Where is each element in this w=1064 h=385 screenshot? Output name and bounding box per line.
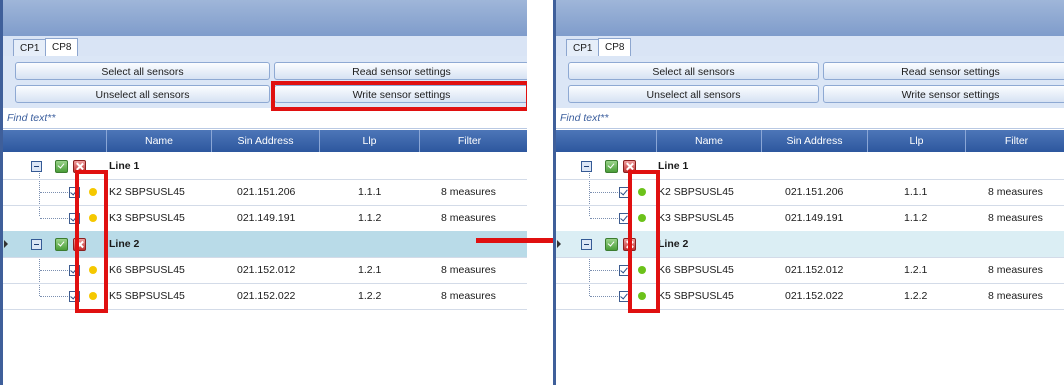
read-sensor-settings-button[interactable]: Read sensor settings xyxy=(274,62,527,80)
tree-line xyxy=(590,270,618,271)
collapse-icon[interactable] xyxy=(31,239,42,250)
collapse-icon[interactable] xyxy=(581,239,592,250)
highlight-status-column xyxy=(75,170,108,313)
button-area: Select all sensors Read sensor settings … xyxy=(556,56,1064,108)
sensor-name: K3 SBPSUSL45 xyxy=(658,212,734,224)
tab-cp1[interactable]: CP1 xyxy=(566,39,600,57)
sensor-name: K6 SBPSUSL45 xyxy=(109,264,185,276)
sensor-llp: 1.2.1 xyxy=(904,264,928,276)
green-check-icon[interactable] xyxy=(55,238,68,251)
left-window: CP1 CP8 Select all sensors Read sensor s… xyxy=(0,0,527,385)
unselect-all-sensors-button[interactable]: Unselect all sensors xyxy=(15,85,270,103)
group-name: Line 1 xyxy=(658,160,689,172)
sensor-llp: 1.2.2 xyxy=(358,290,382,302)
column-name[interactable]: Name xyxy=(656,130,761,152)
sensor-filter: 8 measures xyxy=(988,212,1043,224)
tree-line xyxy=(590,218,618,219)
sensor-name: K3 SBPSUSL45 xyxy=(109,212,185,224)
group-name: Line 2 xyxy=(658,238,689,250)
current-row-marker-icon xyxy=(4,240,8,248)
sensor-llp: 1.1.1 xyxy=(358,186,382,198)
current-row-marker-icon xyxy=(557,240,561,248)
sensor-filter: 8 measures xyxy=(988,264,1043,276)
sensor-name: K5 SBPSUSL45 xyxy=(658,290,734,302)
sensor-llp: 1.2.2 xyxy=(904,290,928,302)
sensor-llp: 1.1.1 xyxy=(904,186,928,198)
highlight-write-button xyxy=(271,81,527,111)
green-check-icon[interactable] xyxy=(605,160,618,173)
column-sin-address[interactable]: Sin Address xyxy=(761,130,867,152)
sensor-filter: 8 measures xyxy=(441,186,496,198)
sensor-address: 021.149.191 xyxy=(785,212,844,224)
sensor-name: K5 SBPSUSL45 xyxy=(109,290,185,302)
sensor-address: 021.151.206 xyxy=(237,186,296,198)
sensor-filter: 8 measures xyxy=(988,186,1043,198)
green-check-icon[interactable] xyxy=(55,160,68,173)
grid-header: Name Sin Address Llp Filter xyxy=(556,130,1064,152)
sensor-name: K6 SBPSUSL45 xyxy=(658,264,734,276)
unselect-all-sensors-button[interactable]: Unselect all sensors xyxy=(568,85,819,103)
sensor-address: 021.149.191 xyxy=(237,212,296,224)
right-window: CP1 CP8 Select all sensors Read sensor s… xyxy=(553,0,1064,385)
sensor-address: 021.151.206 xyxy=(785,186,844,198)
sensor-address: 021.152.012 xyxy=(237,264,296,276)
sensor-filter: 8 measures xyxy=(988,290,1043,302)
column-name[interactable]: Name xyxy=(106,130,211,152)
tab-strip: CP1 CP8 xyxy=(556,36,1064,57)
write-sensor-settings-button[interactable]: Write sensor settings xyxy=(823,85,1064,103)
title-bar xyxy=(3,0,527,37)
tab-cp8[interactable]: CP8 xyxy=(45,38,79,57)
select-all-sensors-button[interactable]: Select all sensors xyxy=(568,62,819,80)
sensor-llp: 1.1.2 xyxy=(904,212,928,224)
tree-line xyxy=(40,218,68,219)
sensor-name: K2 SBPSUSL45 xyxy=(658,186,734,198)
sensor-llp: 1.1.2 xyxy=(358,212,382,224)
column-filter[interactable]: Filter xyxy=(965,130,1064,152)
tab-cp1[interactable]: CP1 xyxy=(13,39,47,57)
grid-header: Name Sin Address Llp Filter xyxy=(3,130,527,152)
green-check-icon[interactable] xyxy=(605,238,618,251)
find-text-input[interactable]: Find text** xyxy=(556,108,1064,129)
column-llp[interactable]: Llp xyxy=(319,130,419,152)
highlight-status-column xyxy=(628,170,660,313)
collapse-icon[interactable] xyxy=(31,161,42,172)
tree-line xyxy=(40,296,68,297)
sensor-filter: 8 measures xyxy=(441,264,496,276)
read-sensor-settings-button[interactable]: Read sensor settings xyxy=(823,62,1064,80)
column-llp[interactable]: Llp xyxy=(867,130,965,152)
collapse-icon[interactable] xyxy=(581,161,592,172)
select-all-sensors-button[interactable]: Select all sensors xyxy=(15,62,270,80)
tree-line xyxy=(590,296,618,297)
tree-line xyxy=(590,192,618,193)
tree-line xyxy=(40,270,68,271)
sensor-name: K2 SBPSUSL45 xyxy=(109,186,185,198)
sensor-address: 021.152.012 xyxy=(785,264,844,276)
sensor-address: 021.152.022 xyxy=(785,290,844,302)
sensor-filter: 8 measures xyxy=(441,212,496,224)
tree-line xyxy=(40,192,68,193)
column-sin-address[interactable]: Sin Address xyxy=(211,130,319,152)
tab-strip: CP1 CP8 xyxy=(3,36,527,57)
sensor-filter: 8 measures xyxy=(441,290,496,302)
group-name: Line 1 xyxy=(109,160,140,172)
sensor-llp: 1.2.1 xyxy=(358,264,382,276)
column-filter[interactable]: Filter xyxy=(419,130,519,152)
group-name: Line 2 xyxy=(109,238,140,250)
sensor-address: 021.152.022 xyxy=(237,290,296,302)
find-text-input[interactable]: Find text** xyxy=(3,108,527,129)
title-bar xyxy=(556,0,1064,37)
tab-cp8[interactable]: CP8 xyxy=(598,38,632,57)
